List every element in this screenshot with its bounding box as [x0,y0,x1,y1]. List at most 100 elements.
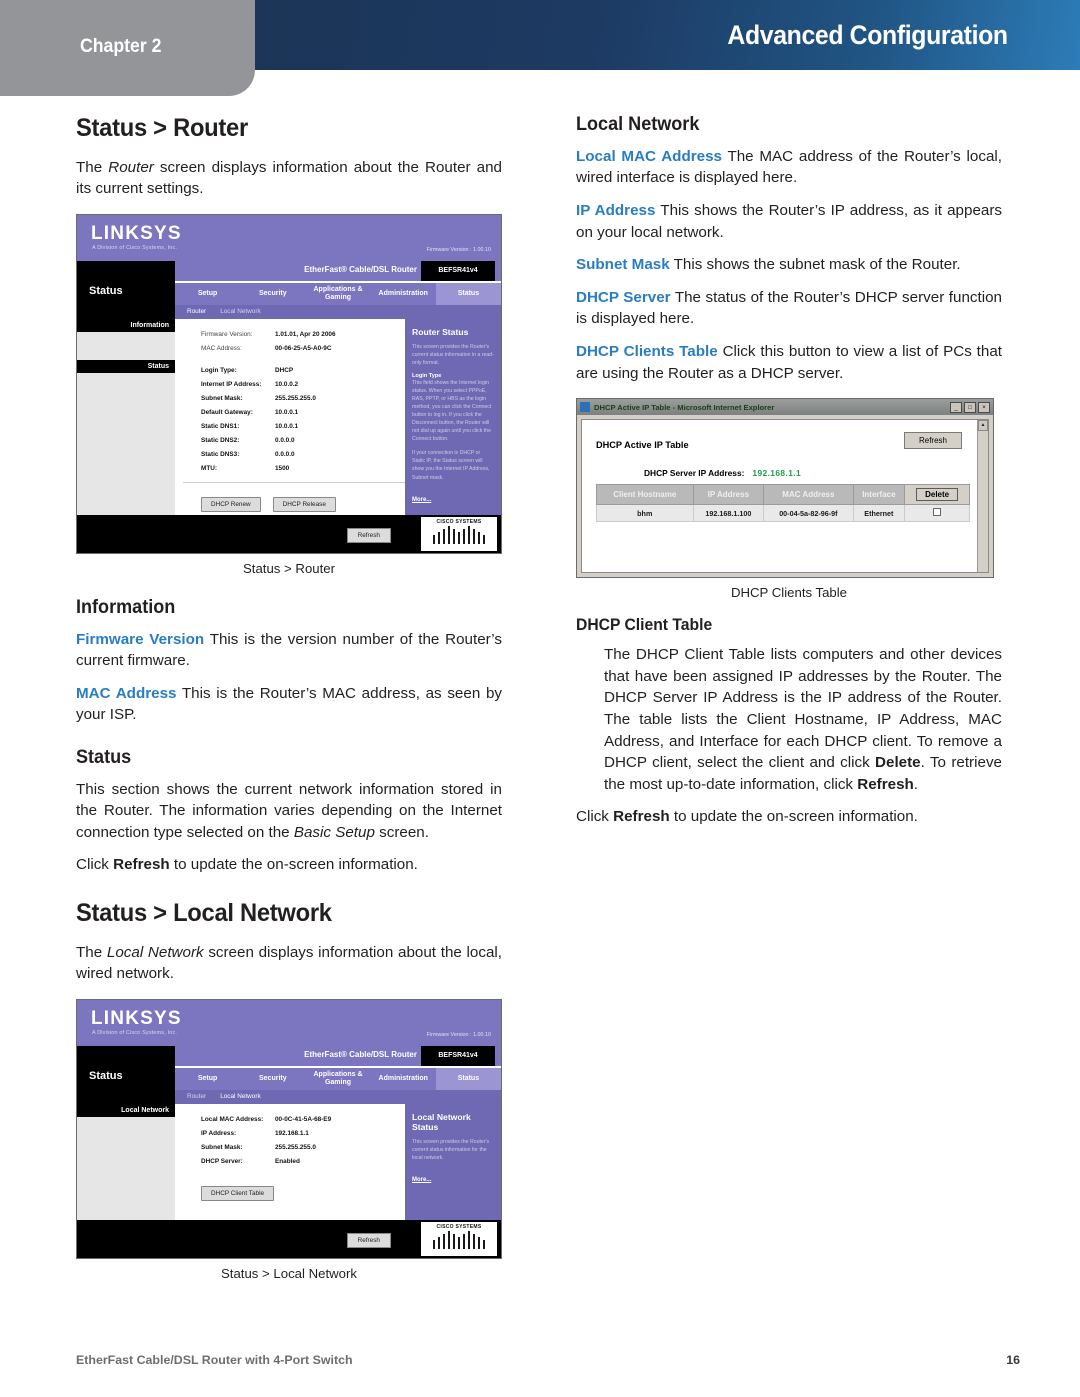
heading-status-local-network: Status > Local Network [76,899,332,928]
scroll-up-arrow-icon[interactable]: ▲ [978,420,988,432]
subtab-router[interactable]: Router [187,308,206,315]
field-value: Enabled [275,1157,300,1165]
cisco-logo: CISCO SYSTEMS [421,516,497,551]
tab-administration[interactable]: Administration [371,290,436,298]
paragraph-subnet-mask: Subnet Mask This shows the subnet mask o… [576,254,1002,276]
table-row: bhm 192.168.1.100 00-04-5a-82-96-9f Ethe… [596,504,970,523]
linksys-tagline: A Division of Cisco Systems, Inc. [92,1029,178,1036]
field-label: Firmware Version: [201,330,253,338]
tab-administration[interactable]: Administration [371,1075,436,1083]
tab-security[interactable]: Security [240,290,305,298]
linksys-logo: LINKSYS [91,1007,182,1029]
dhcp-server-ip-label: DHCP Server IP Address: [644,468,745,479]
sidebar-gap-1 [77,332,175,360]
local-intro-text-1: The [76,943,107,961]
section-title: Status [89,284,123,297]
field-row: Static DNS3: 0.0.0.0 [201,451,405,458]
column-interface: Interface [852,484,906,506]
help-paragraph-3: If your connection is DHCP or Static IP,… [412,450,490,481]
field-value: 10.0.0.2 [275,380,299,388]
paragraph-dhcp-client-table-body: The DHCP Client Table lists computers an… [604,644,1002,795]
sidebar: Local Network [77,1103,175,1220]
tab-applications-gaming[interactable]: Applications & Gaming [305,1071,370,1086]
subtab-local-network[interactable]: Local Network [220,1093,261,1100]
page-header: Advanced Configuration Chapter 2 [0,0,1080,96]
firmware-version-label: Firmware Version : 1.00.10 [426,1031,491,1038]
sub-tabs[interactable]: Router Local Network [175,304,501,319]
cell-delete-checkbox[interactable] [904,504,970,523]
tab-setup[interactable]: Setup [175,290,240,298]
field-label: Subnet Mask: [201,394,243,402]
delete-checkbox[interactable] [933,508,942,517]
subtab-local-network[interactable]: Local Network [220,308,261,315]
cell-mac-address: 00-04-5a-82-96-9f [763,504,854,523]
sidebar: Information Status [77,318,175,515]
model-number: BEFSR41v4 [421,1045,495,1066]
nav-tabs[interactable]: Setup Security Applications & Gaming Adm… [175,282,501,305]
field-label: Static DNS2: [201,436,240,444]
heading-dhcp-client-table: DHCP Client Table [576,616,713,635]
document-page: Advanced Configuration Chapter 2 Status … [0,0,1080,1397]
dhcp-client-table-button[interactable]: DHCP Client Table [201,1185,275,1201]
field-row: DHCP Server: Enabled [201,1158,405,1165]
close-icon[interactable]: × [978,401,990,413]
scrollbar[interactable]: ▲ [977,420,988,573]
dhcp-release-button[interactable]: DHCP Release [272,496,336,512]
cisco-logo-text: CISCO SYSTEMS [436,1223,482,1230]
tab-setup[interactable]: Setup [175,1075,240,1083]
refresh-button[interactable]: Refresh [346,527,391,543]
field-row: Login Type: DHCP [201,367,405,374]
heading-local-network: Local Network [576,114,700,135]
product-name: EtherFast® Cable/DSL Router [304,1049,417,1059]
term-subnet-mask: Subnet Mask [576,256,670,274]
local-intro-italic: Local Network [106,943,204,961]
field-value: 10.0.0.1 [275,422,299,430]
subtab-router[interactable]: Router [187,1093,206,1100]
column-mac-address: MAC Address [763,484,854,506]
refresh-post: to update the on-screen information. [169,856,418,874]
dhcp-refresh-button[interactable]: Refresh [903,432,962,450]
column-client-hostname: Client Hostname [596,484,694,506]
field-label: Static DNS1: [201,422,240,430]
maximize-icon[interactable]: □ [964,401,976,413]
paragraph-refresh-left: Click Refresh to update the on-screen in… [76,854,502,876]
paragraph-refresh-right: Click Refresh to update the on-screen in… [576,806,1002,828]
nav-tabs[interactable]: Setup Security Applications & Gaming Adm… [175,1067,501,1090]
field-label: DHCP Server: [201,1157,243,1165]
sub-tabs[interactable]: Router Local Network [175,1089,501,1104]
field-label: Login Type: [201,366,237,374]
column-delete: Delete [904,484,970,506]
help-more-link[interactable]: More... [412,497,431,503]
dhcp-server-ip-value: 192.168.1.1 [752,468,802,479]
field-row: IP Address: 192.168.1.1 [201,1130,405,1137]
help-more-link[interactable]: More... [412,1177,431,1183]
refresh-bold: Refresh [113,856,170,874]
minimize-icon[interactable]: _ [950,401,962,413]
paragraph-mac-address: MAC Address This is the Router’s MAC add… [76,683,502,726]
tab-applications-gaming[interactable]: Applications & Gaming [305,286,370,301]
chapter-label: Chapter 2 [80,36,162,57]
field-value: 1.01.01, Apr 20 2006 [275,330,336,338]
text-subnet-mask: This shows the subnet mask of the Router… [669,256,961,274]
product-name: EtherFast® Cable/DSL Router [304,264,417,274]
tab-status[interactable]: Status [435,1067,501,1090]
section-title-block: Status [77,1045,175,1104]
screenshot-dhcp-active-ip-table: DHCP Active IP Table - Microsoft Interne… [576,398,994,579]
field-row: Subnet Mask: 255.255.255.0 [201,395,405,402]
help-title: Router Status [412,326,469,337]
field-row: Local MAC Address: 00-0C-41-5A-68-E9 [201,1116,405,1123]
tab-status[interactable]: Status [435,282,501,305]
page-title: Advanced Configuration [727,20,1009,50]
term-mac-address: MAC Address [76,684,177,702]
refresh-button[interactable]: Refresh [346,1232,391,1248]
delete-button[interactable]: Delete [916,488,959,502]
paragraph-dhcp-clients-table: DHCP Clients Table Click this button to … [576,341,1002,384]
paragraph-dhcp-server: DHCP Server The status of the Router’s D… [576,287,1002,330]
status-text-2: screen. [374,823,429,841]
dhcp-renew-button[interactable]: DHCP Renew [201,496,261,512]
tab-security[interactable]: Security [240,1075,305,1083]
field-label: Internet IP Address: [201,380,262,388]
field-value: 00-0C-41-5A-68-E9 [275,1115,332,1123]
model-number: BEFSR41v4 [421,260,495,281]
linksys-banner: LINKSYS A Division of Cisco Systems, Inc… [77,214,501,261]
